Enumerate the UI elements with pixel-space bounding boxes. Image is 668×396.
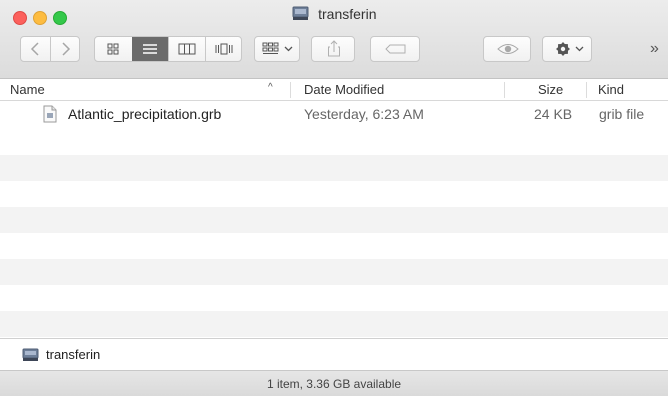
file-row[interactable]: Atlantic_precipitation.grb Yesterday, 6:… (0, 101, 668, 127)
arrange-grid-icon (262, 42, 293, 54)
back-forward-control (20, 36, 80, 62)
status-text: 1 item, 3.36 GB available (266, 377, 402, 391)
status-bar: 1 item, 3.36 GB available (0, 370, 668, 396)
file-size: 24 KB (534, 106, 573, 122)
icon-view-button[interactable] (95, 37, 131, 61)
toolbar-overflow-button[interactable]: » (650, 40, 659, 58)
chevron-right-icon (62, 42, 71, 56)
column-header-kind[interactable]: Kind (598, 82, 624, 97)
column-view-icon (178, 43, 196, 55)
finder-window: transferin » Name ^ Date Modified Size K… (0, 0, 668, 396)
view-mode-control (94, 36, 242, 62)
share-icon (328, 40, 340, 57)
chevron-left-icon (30, 42, 39, 56)
file-date-modified: Yesterday, 6:23 AM (304, 106, 424, 122)
empty-row (0, 259, 668, 285)
cover-flow-icon (215, 43, 233, 55)
cover-flow-button[interactable] (206, 37, 242, 61)
back-button[interactable] (21, 37, 50, 61)
path-item-transferin[interactable]: transferin (46, 347, 100, 362)
list-view-icon (143, 44, 157, 54)
quick-look-button[interactable] (483, 36, 531, 62)
column-divider[interactable] (504, 82, 505, 98)
sort-ascending-indicator: ^ (268, 82, 273, 93)
file-name: Atlantic_precipitation.grb (68, 106, 222, 122)
tag-icon (385, 44, 406, 54)
column-header-name[interactable]: Name (10, 82, 45, 97)
empty-row (0, 207, 668, 233)
column-divider[interactable] (586, 82, 587, 98)
document-icon (43, 105, 57, 123)
list-view-button[interactable] (132, 37, 168, 61)
window-toolbar: transferin » (0, 0, 668, 79)
share-button[interactable] (311, 36, 355, 62)
action-button[interactable] (542, 36, 592, 62)
arrange-button[interactable] (254, 36, 300, 62)
eye-icon (497, 44, 519, 54)
window-title-bar: transferin (0, 6, 668, 26)
empty-row (0, 311, 668, 337)
forward-button[interactable] (51, 37, 80, 61)
column-divider[interactable] (290, 82, 291, 98)
file-list: Atlantic_precipitation.grb Yesterday, 6:… (0, 101, 668, 338)
tags-button[interactable] (370, 36, 420, 62)
icon-view-icon (107, 43, 119, 55)
column-header-size[interactable]: Size (538, 82, 563, 97)
column-view-button[interactable] (169, 37, 205, 61)
empty-row (0, 155, 668, 181)
external-drive-icon (22, 348, 39, 361)
window-title: transferin (318, 6, 377, 22)
external-drive-icon (292, 6, 308, 20)
gear-icon (556, 42, 584, 56)
file-kind: grib file (599, 106, 645, 122)
column-headers: Name ^ Date Modified Size Kind (0, 79, 668, 101)
column-header-date[interactable]: Date Modified (304, 82, 384, 97)
path-bar: transferin (0, 338, 668, 370)
